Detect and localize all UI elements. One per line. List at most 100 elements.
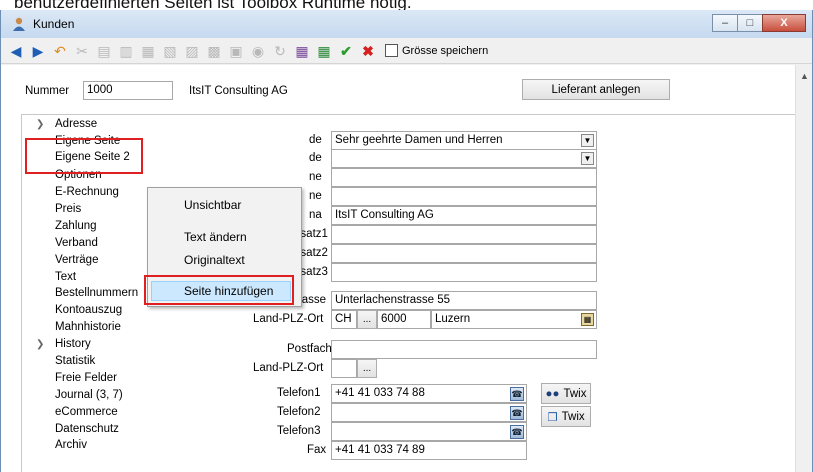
strasse-field[interactable]: Unterlachenstrasse 55 xyxy=(331,291,597,310)
tree-item-freie-felder[interactable]: Freie Felder xyxy=(55,372,117,384)
tree-item-ecommerce[interactable]: eCommerce xyxy=(55,406,118,418)
company-name-display: ItsIT Consulting AG xyxy=(189,85,288,97)
anrede-label: de xyxy=(309,134,322,146)
menu-item-originaltext[interactable]: Originaltext xyxy=(184,253,245,267)
customers-icon xyxy=(11,16,27,32)
nummer-field[interactable]: 1000 xyxy=(83,81,173,100)
tree-item-optionen[interactable]: Optionen xyxy=(55,169,102,181)
check-icon[interactable]: ✔ xyxy=(337,42,355,60)
wizard-icon[interactable]: ▦ xyxy=(293,42,311,60)
minimize-button[interactable]: – xyxy=(712,14,738,32)
expand-adresse-icon[interactable]: ❯ xyxy=(36,119,44,130)
copy-icon: ❐ xyxy=(547,411,558,424)
arrow-right-icon[interactable]: ▶ xyxy=(29,42,47,60)
twix-label: Twix xyxy=(563,387,587,400)
zusatz2-field[interactable] xyxy=(331,244,597,263)
align-center-icon[interactable]: ▧ xyxy=(161,42,179,60)
align-right-icon[interactable]: ▩ xyxy=(205,42,223,60)
tree-item-history[interactable]: History xyxy=(55,338,91,350)
delete-icon[interactable]: ✖ xyxy=(359,42,377,60)
title-bar[interactable]: Kunden – □ X xyxy=(1,10,812,38)
scroll-up-icon[interactable]: ▲ xyxy=(800,71,809,81)
tree-item-journal[interactable]: Journal (3, 7) xyxy=(55,389,123,401)
fax-field[interactable]: +41 41 033 74 89 xyxy=(331,441,527,460)
telefon3-field[interactable]: ☎ xyxy=(331,422,527,441)
expand-history-icon[interactable]: ❯ xyxy=(36,339,44,350)
close-button[interactable]: X xyxy=(762,14,806,32)
land-2-field[interactable] xyxy=(331,359,357,378)
refresh-icon[interactable]: ↻ xyxy=(271,42,289,60)
lock-icon[interactable]: ▣ xyxy=(227,42,245,60)
land-field[interactable]: CH xyxy=(331,310,357,329)
anrede-select[interactable]: Sehr geehrte Damen und Herren ▼ xyxy=(331,131,597,150)
align-bottom-icon[interactable]: ▦ xyxy=(139,42,157,60)
fax-label: Fax xyxy=(307,444,327,456)
tree-item-eigene-seite[interactable]: Eigene Seite xyxy=(55,135,120,147)
land-plz-ort-2-label: Land-PLZ-Ort xyxy=(253,362,324,374)
nummer-label: Nummer xyxy=(25,85,70,97)
tree-item-datenschutz[interactable]: Datenschutz xyxy=(55,423,119,435)
menu-item-text-aendern[interactable]: Text ändern xyxy=(184,230,247,244)
phone-icon[interactable]: ☎ xyxy=(510,387,524,401)
maximize-button[interactable]: □ xyxy=(737,14,763,32)
tree-item-archiv[interactable]: Archiv xyxy=(55,439,87,451)
name-label: ne xyxy=(309,171,322,183)
tree-item-zahlung[interactable]: Zahlung xyxy=(55,220,97,232)
phone-icon[interactable]: ☎ xyxy=(510,425,524,439)
grid-add-icon[interactable]: ▦ xyxy=(315,42,333,60)
map-icon[interactable]: ▦ xyxy=(581,313,594,326)
undo-icon[interactable]: ↶ xyxy=(51,42,69,60)
tree-item-statistik[interactable]: Statistik xyxy=(55,355,95,367)
firma-field[interactable]: ItsIT Consulting AG xyxy=(331,206,597,225)
postfach-field[interactable] xyxy=(331,340,597,359)
content-area: Nummer 1000 ItsIT Consulting AG Lieferan… xyxy=(1,65,812,472)
tree-item-vertraege[interactable]: Verträge xyxy=(55,254,98,266)
anrede-value: Sehr geehrte Damen und Herren xyxy=(335,134,503,146)
telefon1-value: +41 41 033 74 88 xyxy=(335,387,425,399)
telefon3-label: Telefon3 xyxy=(277,425,321,437)
context-menu: Unsichtbar Text ändern Originaltext Seit… xyxy=(147,187,302,307)
binoculars-icon: ●● xyxy=(545,387,560,400)
tree-item-mahnhistorie[interactable]: Mahnhistorie xyxy=(55,321,121,333)
ort-field[interactable]: Luzern ▦ xyxy=(431,310,597,329)
land-browse-button[interactable]: ... xyxy=(357,310,377,329)
zusatz1-field[interactable] xyxy=(331,225,597,244)
ort-value: Luzern xyxy=(435,313,471,325)
telefon2-label: Telefon2 xyxy=(277,406,321,418)
tree-item-verband[interactable]: Verband xyxy=(55,237,98,249)
land-plz-ort-label: Land-PLZ-Ort xyxy=(253,313,324,325)
name-field[interactable] xyxy=(331,168,597,187)
menu-item-seite-hinzufuegen[interactable]: Seite hinzufügen xyxy=(184,284,273,298)
zusatz3-field[interactable] xyxy=(331,263,597,282)
distribute-icon[interactable]: ▨ xyxy=(183,42,201,60)
briefanrede-select[interactable]: ▼ xyxy=(331,149,597,168)
vorname-field[interactable] xyxy=(331,187,597,206)
lieferant-anlegen-button[interactable]: Lieferant anlegen xyxy=(522,79,670,100)
save-size-label: Grösse speichern xyxy=(402,44,489,57)
eye-icon[interactable]: ◉ xyxy=(249,42,267,60)
telefon2-field[interactable]: ☎ xyxy=(331,403,527,422)
tree-item-text[interactable]: Text xyxy=(55,271,76,283)
chevron-down-icon[interactable]: ▼ xyxy=(581,134,594,147)
tree-item-kontoauszug[interactable]: Kontoauszug xyxy=(55,304,122,316)
twix-button-1[interactable]: ●● Twix xyxy=(541,383,591,404)
chevron-down-icon[interactable]: ▼ xyxy=(581,152,594,165)
menu-item-unsichtbar[interactable]: Unsichtbar xyxy=(184,198,241,212)
align-left-icon[interactable]: ▤ xyxy=(95,42,113,60)
tree-item-preis[interactable]: Preis xyxy=(55,203,81,215)
twix-button-2[interactable]: ❐ Twix xyxy=(541,406,591,427)
land-2-browse-button[interactable]: ... xyxy=(357,359,377,378)
plz-field[interactable]: 6000 xyxy=(377,310,431,329)
tree-item-eigene-seite-2[interactable]: Eigene Seite 2 xyxy=(55,151,130,163)
arrow-left-icon[interactable]: ◀ xyxy=(7,42,25,60)
cut-icon[interactable]: ✂ xyxy=(73,42,91,60)
tree-item-adresse[interactable]: Adresse xyxy=(55,118,97,130)
save-size-checkbox[interactable] xyxy=(385,44,398,57)
vertical-scrollbar[interactable]: ▲ xyxy=(795,65,812,472)
telefon1-field[interactable]: +41 41 033 74 88 ☎ xyxy=(331,384,527,403)
briefanrede-label: de xyxy=(309,152,322,164)
tree-item-e-rechnung[interactable]: E-Rechnung xyxy=(55,186,119,198)
phone-icon[interactable]: ☎ xyxy=(510,406,524,420)
tree-item-bestellnummern[interactable]: Bestellnummern xyxy=(55,287,138,299)
align-top-icon[interactable]: ▥ xyxy=(117,42,135,60)
